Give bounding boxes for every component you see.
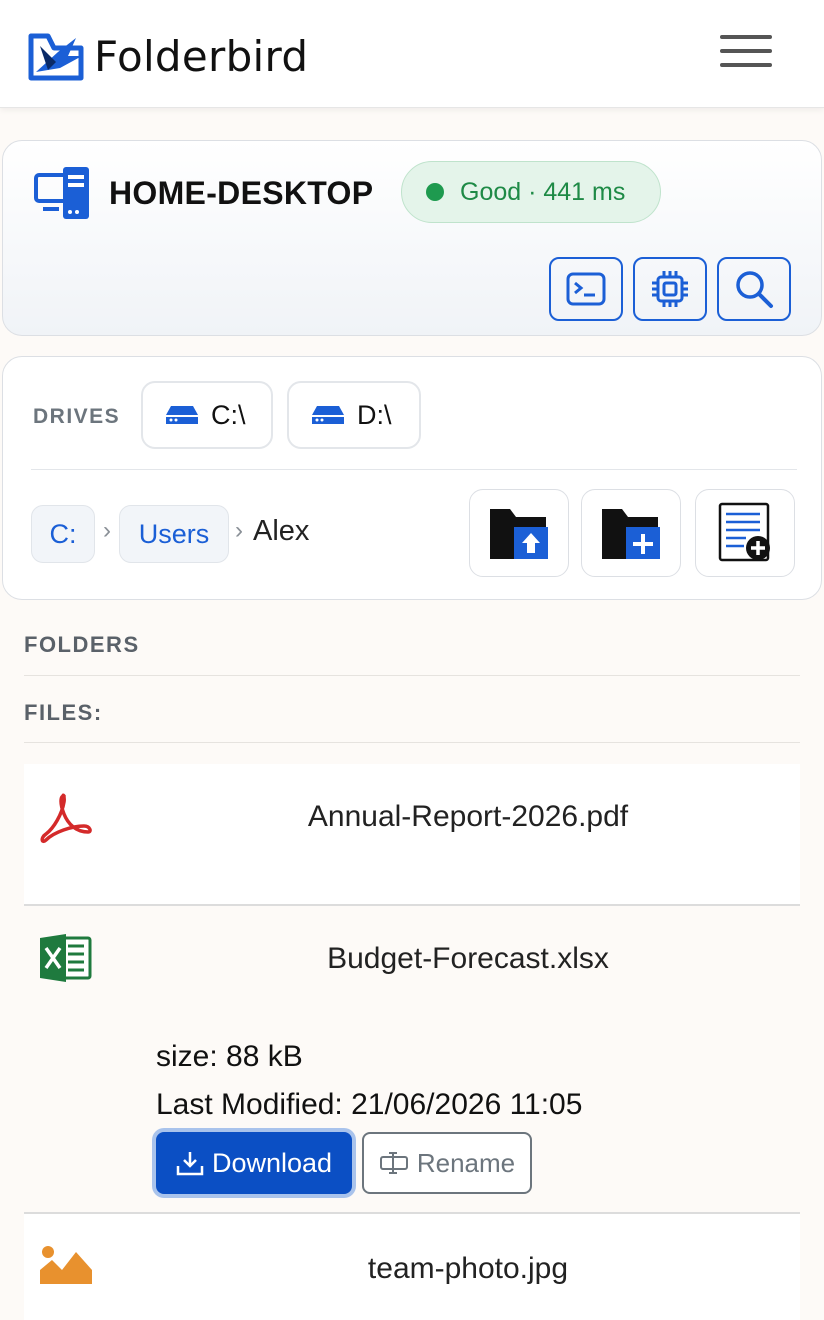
cpu-chip-icon <box>652 271 688 307</box>
host-card: HOME-DESKTOP Good · 441 ms <box>2 140 822 336</box>
folders-section-label: FOLDERS <box>24 632 140 657</box>
folder-upload-icon <box>490 509 548 559</box>
rename-label: Rename <box>416 1147 516 1178</box>
breadcrumb-item-c[interactable]: C: <box>31 505 95 563</box>
file-size: size: 88 kB <box>156 1040 303 1073</box>
search-button[interactable] <box>717 257 791 321</box>
hard-drive-icon <box>312 406 344 424</box>
divider <box>24 675 800 676</box>
terminal-button[interactable] <box>549 257 623 321</box>
system-info-button[interactable] <box>633 257 707 321</box>
brand-link[interactable]: Folderbird <box>28 30 308 84</box>
drives-label: DRIVES <box>33 405 121 428</box>
breadcrumb-current: Alex <box>253 515 310 547</box>
hard-drive-icon <box>166 406 198 424</box>
search-icon <box>736 271 773 308</box>
connection-status-badge: Good · 441 ms <box>401 161 661 223</box>
top-navbar: Folderbird <box>0 0 824 108</box>
download-icon <box>176 1152 204 1176</box>
new-folder-button[interactable] <box>581 489 681 577</box>
drive-button-c[interactable]: C:\ <box>141 381 273 449</box>
new-file-button[interactable] <box>695 489 795 577</box>
file-row-pdf[interactable]: Annual-Report-2026.pdf <box>24 764 800 904</box>
file-name[interactable]: Budget-Forecast.xlsx <box>24 942 800 976</box>
download-button[interactable]: Download <box>156 1132 352 1194</box>
file-name[interactable]: Annual-Report-2026.pdf <box>24 800 800 834</box>
new-folder-icon <box>602 509 660 559</box>
hamburger-line <box>720 49 772 53</box>
status-text: Good · 441 ms <box>460 177 626 206</box>
drive-label: D:\ <box>357 399 392 430</box>
file-row-xlsx[interactable]: Budget-Forecast.xlsx size: 88 kB Last Mo… <box>24 906 800 1212</box>
files-section-label: FILES: <box>24 700 103 725</box>
terminal-icon <box>566 272 606 306</box>
breadcrumb-separator: › <box>235 517 243 544</box>
brand-name: Folderbird <box>94 32 309 81</box>
navigation-card: DRIVES C:\ D:\ C: › Users › Alex <box>2 356 822 600</box>
host-name: HOME-DESKTOP <box>109 175 374 211</box>
hamburger-line <box>720 35 772 39</box>
drive-button-d[interactable]: D:\ <box>287 381 421 449</box>
menu-toggle-button[interactable] <box>718 30 774 76</box>
hamburger-line <box>720 63 772 67</box>
divider <box>24 742 800 743</box>
breadcrumb-separator: › <box>103 517 111 544</box>
status-dot-icon <box>426 183 444 201</box>
drive-label: C:\ <box>211 399 246 430</box>
file-name[interactable]: team-photo.jpg <box>24 1252 800 1286</box>
divider <box>31 469 797 470</box>
folderbird-logo-icon <box>28 33 84 81</box>
rename-icon <box>379 1152 408 1174</box>
file-modified-date: Last Modified: 21/06/2026 11:05 <box>156 1088 583 1121</box>
rename-button[interactable]: Rename <box>362 1132 532 1194</box>
new-file-icon <box>718 502 770 562</box>
desktop-computer-icon <box>34 167 89 219</box>
file-row-jpg[interactable]: team-photo.jpg <box>24 1214 800 1320</box>
download-label: Download <box>211 1147 333 1178</box>
upload-button[interactable] <box>469 489 569 577</box>
breadcrumb-item-users[interactable]: Users <box>119 505 229 563</box>
